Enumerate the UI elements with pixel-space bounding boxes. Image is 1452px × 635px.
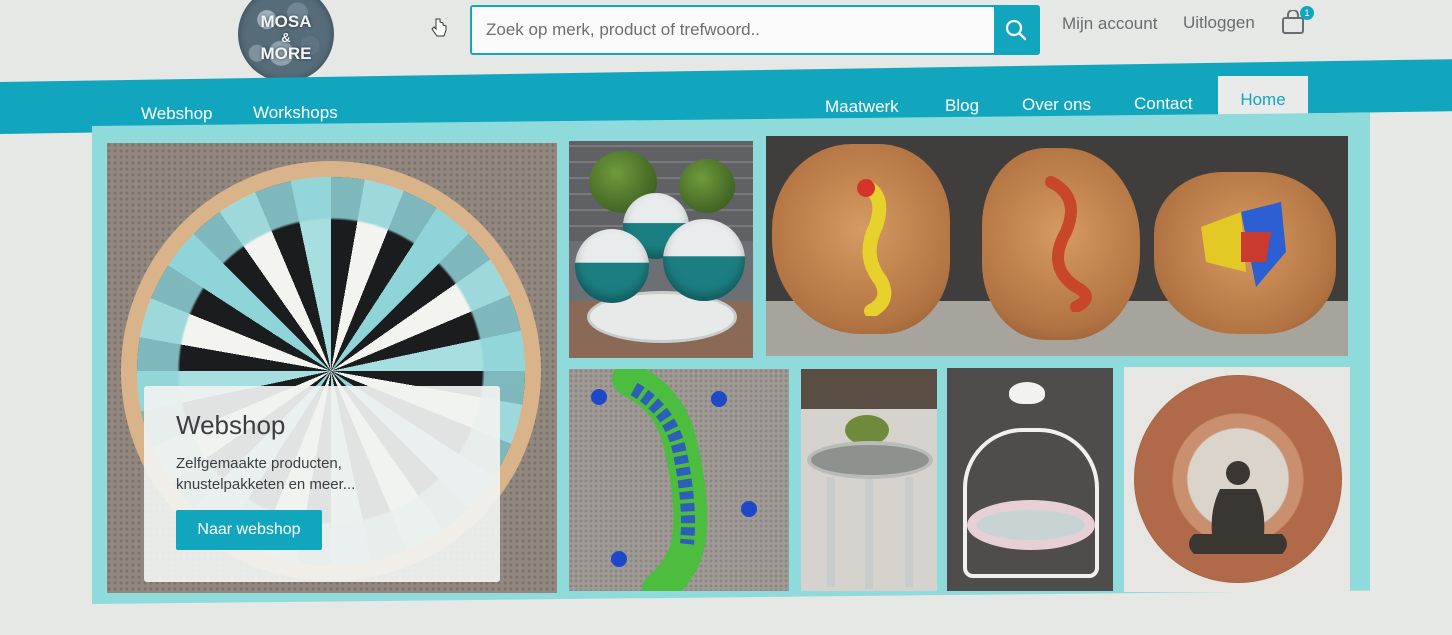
table-top — [807, 441, 933, 479]
site-logo[interactable]: MOSA & MORE — [238, 0, 334, 82]
webshop-promo-card: Webshop Zelfgemaakte producten, knustelp… — [144, 386, 500, 582]
lizard-mosaic-image[interactable] — [569, 369, 789, 591]
bird-figure — [1009, 382, 1045, 404]
gecko-mosaic — [857, 179, 892, 316]
table-leg-1 — [827, 477, 835, 587]
nav-item-maatwerk[interactable]: Maatwerk — [825, 97, 899, 117]
wooden-mosaic-animals-image[interactable] — [766, 136, 1348, 356]
nav-item-over-ons[interactable]: Over ons — [1022, 95, 1091, 115]
butterfly-mosaic — [1201, 202, 1286, 287]
pointer-cursor-icon — [431, 18, 447, 37]
table-leg-3 — [905, 477, 913, 587]
nav-item-webshop[interactable]: Webshop — [141, 104, 213, 124]
table-leg-2 — [865, 479, 873, 589]
nav-item-workshops[interactable]: Workshops — [253, 103, 338, 123]
logout-link[interactable]: Uitloggen — [1183, 13, 1255, 33]
search-input[interactable] — [472, 7, 994, 53]
search-button[interactable] — [994, 6, 1038, 54]
lizard-figure — [591, 369, 757, 591]
cart-count-badge: 1 — [1300, 6, 1314, 20]
logo-text-line1: MOSA — [260, 12, 312, 31]
sphere-left — [575, 229, 649, 303]
logo-text-line3: MORE — [260, 44, 312, 63]
bush-right — [679, 159, 735, 213]
sphere-right — [663, 219, 745, 301]
buddha-silhouette — [1189, 461, 1287, 554]
buddha-mosaic-image[interactable] — [1124, 367, 1350, 592]
my-account-link[interactable]: Mijn account — [1062, 14, 1157, 34]
cart-button[interactable]: 1 — [1280, 6, 1314, 38]
search-icon — [1005, 19, 1027, 41]
nav-item-contact[interactable]: Contact — [1134, 94, 1193, 114]
search-bar — [470, 5, 1040, 55]
nav-item-blog[interactable]: Blog — [945, 96, 979, 116]
bird-basket-mirror-image[interactable] — [947, 368, 1113, 591]
mirror-ring — [967, 500, 1095, 550]
promo-title: Webshop — [176, 410, 286, 440]
promo-description: Zelfgemaakte producten, knustelpakketen … — [176, 455, 356, 493]
mosaic-spheres-image[interactable] — [569, 141, 753, 358]
to-webshop-button[interactable]: Naar webshop — [176, 510, 322, 550]
mosaic-table-image[interactable] — [801, 369, 937, 591]
background-wall — [801, 369, 937, 409]
seahorse-mosaic — [1045, 176, 1092, 312]
logo-text-line2: & — [281, 30, 291, 45]
